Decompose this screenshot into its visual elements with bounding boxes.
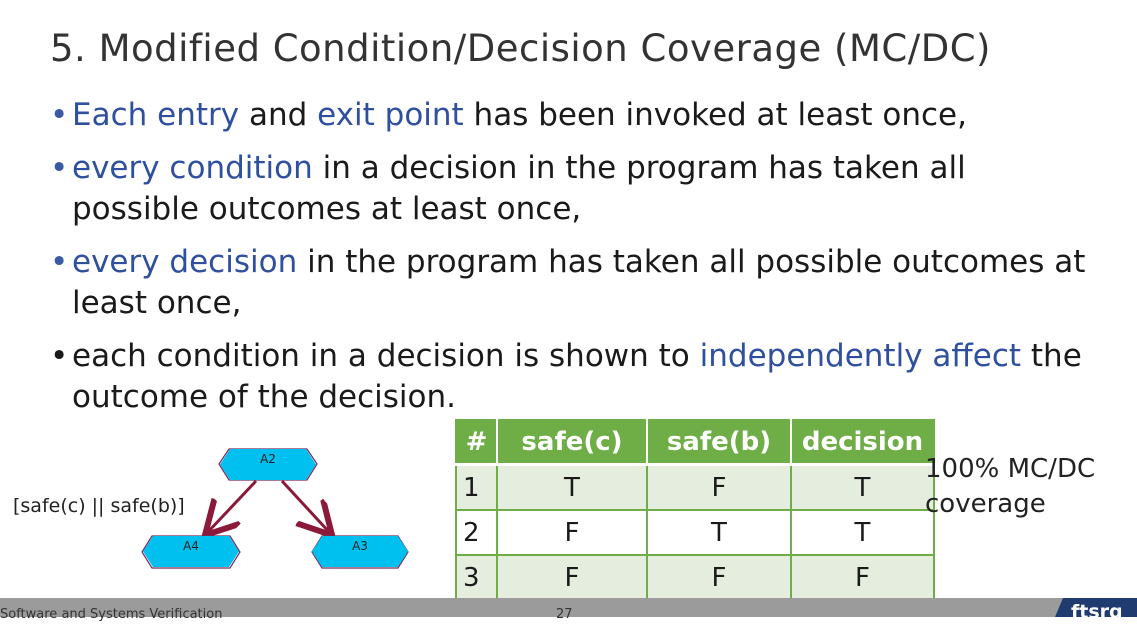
table-cell: 1 xyxy=(455,463,498,511)
table-cell: F xyxy=(646,554,792,601)
ftsrg-logo: ftsrg xyxy=(1055,598,1137,617)
table-cell: F xyxy=(646,463,792,511)
edge-a2-a3 xyxy=(280,479,330,533)
table-cell: F xyxy=(790,554,935,601)
table-cell: 3 xyxy=(455,554,498,601)
node-a2: A2 xyxy=(220,449,316,480)
table-row: 3 F F F xyxy=(455,554,935,601)
bullet-item: • Each entry and exit point has been inv… xyxy=(50,95,1100,136)
bullet-dot: • xyxy=(50,338,69,374)
bullet-item: • every decision in the program has take… xyxy=(50,242,1100,324)
bullet-text: every condition xyxy=(72,150,313,186)
guard-label: [safe(c) || safe(b)] xyxy=(13,495,185,517)
state-diagram: A2 A4 A3 [safe(c) || safe(b)] xyxy=(0,440,440,600)
table-cell: 2 xyxy=(455,509,498,556)
slide-title: 5. Modified Condition/Decision Coverage … xyxy=(50,27,991,70)
edge-a2-a4 xyxy=(207,479,258,533)
col-header: decision xyxy=(791,420,934,466)
table-header-row: # safe(c) safe(b) decision xyxy=(456,420,934,466)
table-cell: T xyxy=(646,509,792,556)
bullet-item: • each condition in a decision is shown … xyxy=(50,336,1100,418)
diagram-edges xyxy=(141,448,409,569)
coverage-line: 100% MC/DC xyxy=(925,454,1096,484)
bullet-text: independently affect xyxy=(699,338,1022,374)
bullet-text: exit point xyxy=(317,97,464,133)
bullet-text: and xyxy=(239,97,318,133)
node-label: A2 xyxy=(260,452,276,466)
col-header: # xyxy=(456,420,498,466)
bullet-item: • every condition in a decision in the p… xyxy=(50,148,1100,230)
coverage-line: coverage xyxy=(925,489,1046,519)
bullet-text: Each entry xyxy=(72,97,240,133)
bullet-text: has been invoked at least once, xyxy=(463,97,967,133)
bullet-dot: • xyxy=(50,244,69,280)
footer-page-number: 27 xyxy=(556,607,573,622)
bullet-dot: • xyxy=(50,150,69,186)
table-cell: F xyxy=(496,554,648,601)
table-row: 1 T F T xyxy=(455,463,935,511)
footer-course: Software and Systems Verification xyxy=(0,607,223,622)
mcdc-table: # safe(c) safe(b) decision 1 T F T 2 F T… xyxy=(455,419,935,601)
col-header: safe(b) xyxy=(647,420,792,466)
bullet-text: every decision xyxy=(72,244,298,280)
coverage-note: 100% MC/DC coverage xyxy=(925,452,1095,522)
table-cell: T xyxy=(496,463,648,511)
node-a4: A4 xyxy=(143,536,239,567)
table-cell: T xyxy=(790,509,935,556)
table-row: 2 F T T xyxy=(455,509,935,556)
node-a3: A3 xyxy=(312,536,408,567)
node-label: A4 xyxy=(183,539,199,553)
col-header: safe(c) xyxy=(497,420,648,466)
table-cell: T xyxy=(790,463,935,511)
bullet-text: each condition in a decision is shown to xyxy=(72,338,700,374)
bullet-dot: • xyxy=(50,97,69,133)
slide-footer: Software and Systems Verification 27 fts… xyxy=(0,598,1137,622)
table-cell: F xyxy=(496,509,648,556)
bullet-list: • Each entry and exit point has been inv… xyxy=(50,95,1100,430)
node-label: A3 xyxy=(352,539,368,553)
